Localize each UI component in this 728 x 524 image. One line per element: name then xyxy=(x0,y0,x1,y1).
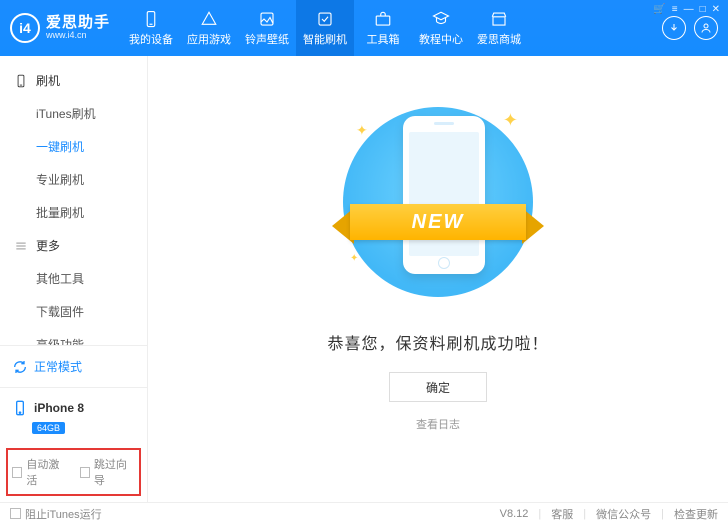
device-icon xyxy=(142,10,160,28)
minimize-icon[interactable]: — xyxy=(684,4,694,15)
tab-apps[interactable]: 应用游戏 xyxy=(180,0,238,56)
checkbox-label: 阻止iTunes运行 xyxy=(25,506,102,522)
tab-store[interactable]: 爱思商城 xyxy=(470,0,528,56)
checkbox-icon xyxy=(12,467,22,478)
tab-toolbox[interactable]: 工具箱 xyxy=(354,0,412,56)
ok-button[interactable]: 确定 xyxy=(389,372,487,402)
brand: i4 爱思助手 www.i4.cn xyxy=(0,0,122,56)
sidebar-group-more[interactable]: 更多 xyxy=(0,229,147,262)
tab-label: 铃声壁纸 xyxy=(245,31,289,47)
sidebar-item-batch-flash[interactable]: 批量刷机 xyxy=(0,196,147,229)
list-icon xyxy=(14,239,28,253)
refresh-icon xyxy=(12,359,28,375)
tab-label: 爱思商城 xyxy=(477,31,521,47)
store-icon xyxy=(490,10,508,28)
cart-icon[interactable]: 🛒 xyxy=(653,4,665,15)
device-name: iPhone 8 xyxy=(34,401,84,415)
separator: | xyxy=(661,508,664,520)
tab-ringtones[interactable]: 铃声壁纸 xyxy=(238,0,296,56)
sidebar-item-other-tools[interactable]: 其他工具 xyxy=(0,262,147,295)
wallpaper-icon xyxy=(258,10,276,28)
sidebar-item-advanced[interactable]: 高级功能 xyxy=(0,328,147,345)
sidebar-item-oneclick-flash[interactable]: 一键刷机 xyxy=(0,130,147,163)
user-button[interactable] xyxy=(694,16,718,40)
brand-title: 爱思助手 xyxy=(46,15,110,32)
new-ribbon: NEW xyxy=(332,198,544,246)
separator: | xyxy=(538,508,541,520)
toolbox-icon xyxy=(374,10,392,28)
close-icon[interactable]: ✕ xyxy=(712,4,720,15)
device-panel: 正常模式 xyxy=(0,345,147,387)
tab-my-device[interactable]: 我的设备 xyxy=(122,0,180,56)
tab-flash[interactable]: 智能刷机 xyxy=(296,0,354,56)
device-mode-row[interactable]: 正常模式 xyxy=(10,354,137,379)
tab-label: 智能刷机 xyxy=(303,31,347,47)
device-info: iPhone 8 64GB xyxy=(0,387,147,442)
sidebar: 刷机 iTunes刷机 一键刷机 专业刷机 批量刷机 更多 其他工具 下载固件 … xyxy=(0,56,148,502)
window-controls: 🛒 ≡ — □ ✕ xyxy=(653,4,720,15)
sparkle-icon: ✦ xyxy=(503,110,518,131)
app-header: 🛒 ≡ — □ ✕ i4 爱思助手 www.i4.cn 我的设备 应用游戏 铃声… xyxy=(0,0,728,56)
checkbox-icon xyxy=(10,508,21,519)
ribbon-text: NEW xyxy=(350,204,526,240)
sidebar-group-label: 更多 xyxy=(36,237,60,254)
sidebar-item-itunes-flash[interactable]: iTunes刷机 xyxy=(0,97,147,130)
tab-label: 我的设备 xyxy=(129,31,173,47)
flash-options-highlighted: 自动激活 跳过向导 xyxy=(6,448,141,496)
checkbox-label: 自动激活 xyxy=(26,456,67,488)
phone-icon xyxy=(14,74,28,88)
device-name-row[interactable]: iPhone 8 xyxy=(10,396,137,420)
support-link[interactable]: 客服 xyxy=(551,506,573,522)
download-button[interactable] xyxy=(662,16,686,40)
brand-subtitle: www.i4.cn xyxy=(46,31,110,41)
phone-graphic xyxy=(403,116,485,274)
checkbox-block-itunes[interactable]: 阻止iTunes运行 xyxy=(10,506,102,522)
logo-icon: i4 xyxy=(10,13,40,43)
maximize-icon[interactable]: □ xyxy=(700,4,706,15)
checkbox-label: 跳过向导 xyxy=(94,456,135,488)
menu-icon[interactable]: ≡ xyxy=(672,4,678,15)
main-content: ✦ ✦ ✦ ✦ NEW 恭喜您，保资料刷机成功啦！ 确定 查看日志 xyxy=(148,56,728,502)
sparkle-icon: ✦ xyxy=(350,253,358,264)
apps-icon xyxy=(200,10,218,28)
success-illustration: ✦ ✦ ✦ ✦ NEW xyxy=(328,102,548,302)
tutorial-icon xyxy=(432,10,450,28)
sidebar-item-download-firmware[interactable]: 下载固件 xyxy=(0,295,147,328)
main-tabs: 我的设备 应用游戏 铃声壁纸 智能刷机 工具箱 教程中心 爱思商城 xyxy=(122,0,652,56)
status-bar: 阻止iTunes运行 V8.12 | 客服 | 微信公众号 | 检查更新 xyxy=(0,502,728,524)
checkbox-auto-activate[interactable]: 自动激活 xyxy=(12,456,68,488)
tab-label: 应用游戏 xyxy=(187,31,231,47)
checkbox-skip-guide[interactable]: 跳过向导 xyxy=(80,456,136,488)
sidebar-group-flash[interactable]: 刷机 xyxy=(0,64,147,97)
separator: | xyxy=(583,508,586,520)
view-log-link[interactable]: 查看日志 xyxy=(416,416,460,432)
sidebar-item-pro-flash[interactable]: 专业刷机 xyxy=(0,163,147,196)
version-label: V8.12 xyxy=(500,508,529,520)
phone-icon xyxy=(12,400,28,416)
tab-label: 工具箱 xyxy=(367,31,400,47)
device-mode-label: 正常模式 xyxy=(34,358,82,375)
tab-tutorials[interactable]: 教程中心 xyxy=(412,0,470,56)
sparkle-icon: ✦ xyxy=(356,122,368,139)
storage-badge: 64GB xyxy=(32,422,65,434)
sidebar-group-label: 刷机 xyxy=(36,72,60,89)
success-message: 恭喜您，保资料刷机成功啦！ xyxy=(327,330,548,354)
flash-icon xyxy=(316,10,334,28)
check-update-link[interactable]: 检查更新 xyxy=(674,506,718,522)
wechat-link[interactable]: 微信公众号 xyxy=(596,506,651,522)
checkbox-icon xyxy=(80,467,90,478)
tab-label: 教程中心 xyxy=(419,31,463,47)
